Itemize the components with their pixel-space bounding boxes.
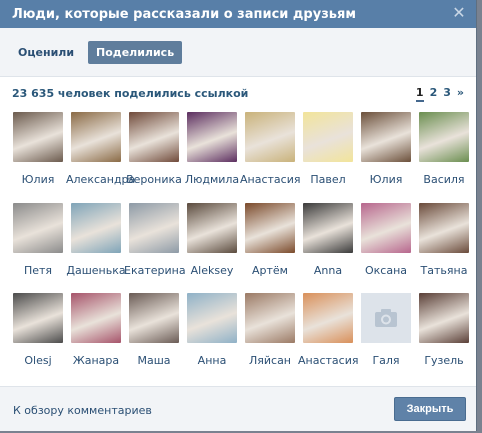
user-name[interactable]: Юлия [8,173,68,186]
user-avatar[interactable] [245,203,295,253]
user-avatar[interactable] [129,112,179,162]
pagination: 1 2 3 » [415,86,464,102]
user-avatar[interactable] [245,112,295,162]
user-card[interactable]: Анна [182,293,242,367]
user-card[interactable]: Василя [414,112,474,186]
user-avatar[interactable] [187,293,237,343]
tabs-bar: Оценили Поделились [0,28,476,77]
tab-liked[interactable]: Оценили [10,41,82,64]
user-name[interactable]: Оксана [356,264,416,277]
user-avatar[interactable] [303,112,353,162]
user-name[interactable]: Вероника [124,173,184,186]
user-name[interactable]: Olesj [8,354,68,367]
user-avatar[interactable] [71,293,121,343]
user-name[interactable]: Ляйсан [240,354,300,367]
user-name[interactable]: Людмила [182,173,242,186]
dialog-titlebar: Люди, которые рассказали о записи друзья… [0,0,476,28]
user-avatar[interactable] [361,112,411,162]
user-card[interactable]: Анастасия [240,112,300,186]
dialog-title: Люди, которые рассказали о записи друзья… [12,6,356,22]
user-name[interactable]: Екатерина [124,264,186,277]
user-name[interactable]: Aleksey [182,264,242,277]
user-avatar[interactable] [419,112,469,162]
user-card[interactable]: Вероника [124,112,184,186]
user-avatar[interactable] [419,203,469,253]
user-avatar[interactable] [129,293,179,343]
user-name[interactable]: Анастасия [298,354,358,367]
user-name[interactable]: Юлия [356,173,416,186]
user-avatar[interactable] [303,203,353,253]
user-card[interactable]: Ляйсан [240,293,300,367]
summary-row: 23 635 человек поделились ссылкой 1 2 3 … [0,77,476,107]
user-card[interactable]: Татьяна [414,203,474,277]
user-card[interactable]: Гузель [414,293,474,367]
user-name[interactable]: Петя [8,264,68,277]
next-page-link[interactable]: » [457,86,464,102]
close-icon[interactable]: ✕ [450,4,468,22]
user-card[interactable]: Aleksey [182,203,242,277]
user-card[interactable]: Дашенька [66,203,126,277]
user-card[interactable]: Александра [66,112,135,186]
user-card[interactable]: Olesj [8,293,68,367]
user-avatar[interactable] [13,112,63,162]
share-count-text: 23 635 человек поделились ссылкой [12,87,249,100]
user-card[interactable]: Юлия [356,112,416,186]
user-card[interactable]: Жанара [66,293,126,367]
close-button[interactable]: Закрыть [394,397,466,421]
user-name[interactable]: Александра [66,173,135,186]
user-card[interactable]: Галя [356,293,416,367]
page-2-link[interactable]: 2 [430,86,438,102]
user-avatar[interactable] [245,293,295,343]
user-avatar[interactable] [13,203,63,253]
user-card[interactable]: Anna [298,203,358,277]
user-name[interactable]: Павел [298,173,358,186]
user-name[interactable]: Татьяна [414,264,474,277]
user-name[interactable]: Гузель [414,354,474,367]
user-avatar[interactable] [187,112,237,162]
user-name[interactable]: Артём [240,264,300,277]
user-avatar[interactable] [187,203,237,253]
user-name[interactable]: Дашенька [66,264,126,277]
user-avatar[interactable] [129,203,179,253]
user-avatar[interactable] [13,293,63,343]
page-3-link[interactable]: 3 [443,86,451,102]
user-card[interactable]: Людмила [182,112,242,186]
user-card[interactable]: Павел [298,112,358,186]
user-name[interactable]: Василя [414,173,474,186]
user-name[interactable]: Галя [356,354,416,367]
user-name[interactable]: Жанара [66,354,126,367]
page-1-link[interactable]: 1 [415,86,424,102]
back-to-comments-link[interactable]: К обзору комментариев [13,404,152,417]
user-name[interactable]: Анна [182,354,242,367]
tab-shared[interactable]: Поделились [88,40,183,64]
user-name[interactable]: Анастасия [240,173,300,186]
user-name[interactable]: Маша [124,354,184,367]
user-card[interactable]: Анастасия [298,293,358,367]
user-avatar[interactable] [71,203,121,253]
user-avatar[interactable] [361,203,411,253]
user-card[interactable]: Оксана [356,203,416,277]
user-card[interactable]: Юлия [8,112,68,186]
user-card[interactable]: Петя [8,203,68,277]
dialog-footer: К обзору комментариев Закрыть [0,386,476,431]
user-card[interactable]: Екатерина [124,203,186,277]
user-avatar[interactable] [303,293,353,343]
dialog-window: Люди, которые рассказали о записи друзья… [0,0,477,431]
user-avatar[interactable] [71,112,121,162]
user-card[interactable]: Артём [240,203,300,277]
user-card[interactable]: Маша [124,293,184,367]
camera-icon[interactable] [361,293,411,343]
user-name[interactable]: Anna [298,264,358,277]
user-avatar[interactable] [419,293,469,343]
